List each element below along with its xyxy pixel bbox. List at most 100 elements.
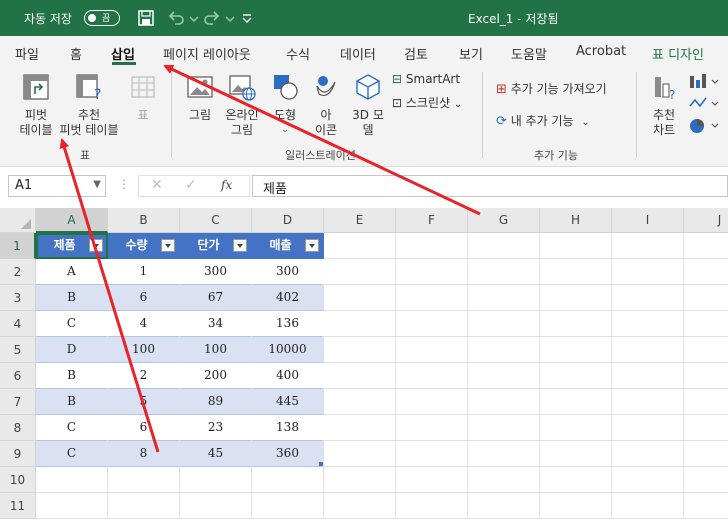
grid-cell[interactable] (324, 467, 396, 493)
table-cell[interactable]: 5 (108, 389, 180, 415)
grid-cell[interactable] (612, 441, 684, 467)
table-cell[interactable]: C (36, 415, 108, 441)
grid-cell[interactable] (684, 467, 728, 493)
grid-cell[interactable] (540, 415, 612, 441)
grid-cell[interactable] (396, 337, 468, 363)
grid-cell[interactable] (684, 259, 728, 285)
table-cell[interactable]: B (36, 285, 108, 311)
tab-review[interactable]: 검토 (404, 44, 428, 63)
table-cell[interactable]: 6 (108, 285, 180, 311)
customize-qat-icon[interactable] (240, 8, 254, 28)
3d-models-button[interactable]: 3D 모 델 (348, 72, 388, 138)
table-cell[interactable]: 300 (252, 259, 324, 285)
row-header-6[interactable]: 6 (0, 363, 36, 389)
grid-cell[interactable] (396, 415, 468, 441)
grid-cell[interactable] (612, 467, 684, 493)
grid-cell[interactable] (612, 389, 684, 415)
table-cell[interactable]: 67 (180, 285, 252, 311)
column-header-i[interactable]: I (612, 208, 684, 233)
row-header-7[interactable]: 7 (0, 389, 36, 415)
grid-cell[interactable] (324, 285, 396, 311)
table-cell[interactable]: 200 (180, 363, 252, 389)
tab-view[interactable]: 보기 (459, 44, 483, 63)
tab-file[interactable]: 파일 (15, 44, 39, 63)
table-cell[interactable]: 100 (108, 337, 180, 363)
grid-cell[interactable] (324, 233, 396, 259)
name-box-dropdown-icon[interactable]: ▼ (93, 179, 101, 190)
column-header-j[interactable]: J (684, 208, 728, 233)
smartart-button[interactable]: ⊟ SmartArt (392, 72, 460, 86)
table-cell[interactable]: 23 (180, 415, 252, 441)
online-pictures-button[interactable]: 온라인 그림 (220, 72, 264, 138)
grid-cell[interactable] (540, 363, 612, 389)
table-cell[interactable]: 6 (108, 415, 180, 441)
row-header-9[interactable]: 9 (0, 441, 36, 467)
pivot-table-button[interactable]: 피벗 테이블 (10, 72, 62, 138)
table-cell[interactable]: 34 (180, 311, 252, 337)
enter-icon[interactable]: ✓ (185, 177, 197, 193)
formula-input[interactable]: 제품 (252, 175, 728, 197)
table-cell[interactable]: 1 (108, 259, 180, 285)
table-cell[interactable]: A (36, 259, 108, 285)
table-header-cell[interactable]: 매출 (252, 233, 324, 259)
row-header-4[interactable]: 4 (0, 311, 36, 337)
table-cell[interactable]: B (36, 363, 108, 389)
grid-cell[interactable] (324, 441, 396, 467)
grid-cell[interactable] (540, 311, 612, 337)
grid-cell[interactable] (396, 285, 468, 311)
column-header-b[interactable]: B (108, 208, 180, 233)
table-cell[interactable]: 8 (108, 441, 180, 467)
grid-cell[interactable] (684, 233, 728, 259)
table-cell[interactable]: 300 (180, 259, 252, 285)
column-header-e[interactable]: E (324, 208, 396, 233)
table-cell[interactable]: B (36, 389, 108, 415)
grid-cell[interactable] (324, 389, 396, 415)
filter-dropdown-icon[interactable] (305, 239, 319, 252)
grid-cell[interactable] (36, 467, 108, 493)
grid-cell[interactable] (468, 415, 540, 441)
tab-home[interactable]: 홈 (70, 44, 82, 63)
table-cell[interactable]: 360 (252, 441, 324, 467)
grid-cell[interactable] (468, 311, 540, 337)
grid-cell[interactable] (612, 285, 684, 311)
grid-cell[interactable] (396, 259, 468, 285)
column-header-f[interactable]: F (396, 208, 468, 233)
grid-cell[interactable] (612, 493, 684, 519)
insert-function-icon[interactable]: fx (221, 178, 232, 192)
grid-cell[interactable] (468, 259, 540, 285)
grid-cell[interactable] (396, 363, 468, 389)
tab-page-layout[interactable]: 페이지 레이아웃 (163, 44, 251, 63)
table-cell[interactable]: 10000 (252, 337, 324, 363)
table-cell[interactable]: 4 (108, 311, 180, 337)
grid-cell[interactable] (612, 233, 684, 259)
autosave-toggle[interactable]: 끔 (84, 10, 120, 26)
grid-cell[interactable] (684, 311, 728, 337)
column-header-a[interactable]: A (36, 208, 108, 233)
table-header-cell[interactable]: 수량 (108, 233, 180, 259)
grid-cell[interactable] (180, 493, 252, 519)
row-header-5[interactable]: 5 (0, 337, 36, 363)
grid-cell[interactable] (684, 337, 728, 363)
grid-cell[interactable] (252, 467, 324, 493)
table-cell[interactable]: 400 (252, 363, 324, 389)
grid-cell[interactable] (540, 389, 612, 415)
get-addins-button[interactable]: ⊞ 추가 기능 가져오기 (496, 80, 607, 97)
grid-cell[interactable] (540, 493, 612, 519)
grid-cell[interactable] (108, 493, 180, 519)
grid-cell[interactable] (324, 259, 396, 285)
grid-cell[interactable] (468, 337, 540, 363)
grid-cell[interactable] (612, 415, 684, 441)
grid-cell[interactable] (324, 337, 396, 363)
tab-help[interactable]: 도움말 (511, 44, 547, 63)
table-cell[interactable]: 136 (252, 311, 324, 337)
cancel-icon[interactable]: ✕ (151, 177, 163, 193)
row-header-3[interactable]: 3 (0, 285, 36, 311)
row-header-8[interactable]: 8 (0, 415, 36, 441)
grid-cell[interactable] (612, 363, 684, 389)
grid-cell[interactable] (684, 441, 728, 467)
my-addins-button[interactable]: ⟳ 내 추가 기능 ⌄ (496, 112, 590, 129)
row-header-10[interactable]: 10 (0, 467, 36, 493)
grid-cell[interactable] (396, 311, 468, 337)
grid-cell[interactable] (396, 233, 468, 259)
grid-cell[interactable] (468, 285, 540, 311)
